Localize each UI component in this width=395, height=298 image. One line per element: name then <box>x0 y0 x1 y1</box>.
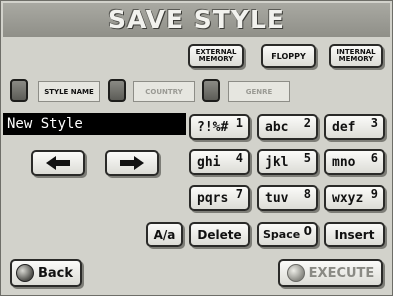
key-3-label: def <box>332 119 356 135</box>
cursor-right-button[interactable] <box>105 150 159 176</box>
title-bar: SAVE STYLE <box>3 3 390 37</box>
key-6-number: 6 <box>370 151 378 165</box>
page-title: SAVE STYLE <box>108 5 285 34</box>
floppy-button[interactable]: FLOPPY <box>261 44 316 68</box>
save-style-screen: SAVE STYLE EXTERNAL MEMORY FLOPPY INTERN… <box>0 0 393 296</box>
tab-country-label: COUNTRY <box>145 87 183 96</box>
key-6-mno[interactable]: mno 6 <box>324 149 385 175</box>
back-button[interactable]: Back <box>10 259 82 287</box>
key-2-abc[interactable]: abc 2 <box>257 114 318 140</box>
key-6-label: mno <box>332 154 356 170</box>
tab-country[interactable]: COUNTRY <box>133 81 195 102</box>
tab-style-name-led[interactable] <box>10 79 28 102</box>
key-8-label: tuv <box>265 190 289 206</box>
space-label: Space <box>263 228 301 241</box>
key-7-number: 7 <box>235 187 243 201</box>
key-9-label: wxyz <box>332 190 364 206</box>
key-5-jkl[interactable]: jkl 5 <box>257 149 318 175</box>
execute-icon <box>286 264 305 282</box>
key-8-number: 8 <box>303 187 311 201</box>
delete-label: Delete <box>197 227 242 242</box>
arrow-right-icon <box>120 156 144 170</box>
space-number: 0 <box>303 223 312 238</box>
internal-memory-label-line2: MEMORY <box>338 55 374 63</box>
key-7-pqrs[interactable]: pqrs 7 <box>189 185 250 211</box>
insert-label: Insert <box>334 227 375 242</box>
floppy-label: FLOPPY <box>271 51 306 61</box>
key-9-wxyz[interactable]: wxyz 9 <box>324 185 385 211</box>
key-5-label: jkl <box>265 154 289 170</box>
insert-button[interactable]: Insert <box>324 222 385 247</box>
key-5-number: 5 <box>303 151 311 165</box>
key-9-number: 9 <box>370 187 378 201</box>
case-toggle-button[interactable]: A/a <box>146 222 183 247</box>
space-button[interactable]: Space 0 <box>257 222 318 247</box>
internal-memory-button[interactable]: INTERNAL MEMORY <box>329 44 383 68</box>
key-3-def[interactable]: def 3 <box>324 114 385 140</box>
tab-genre-label: GENRE <box>245 87 273 96</box>
key-2-label: abc <box>265 119 289 135</box>
key-4-label: ghi <box>197 154 221 170</box>
tab-genre[interactable]: GENRE <box>228 81 290 102</box>
back-label: Back <box>38 265 74 281</box>
style-name-field[interactable]: New Style <box>3 113 186 135</box>
key-7-label: pqrs <box>197 190 229 206</box>
execute-button[interactable]: EXECUTE <box>278 259 383 287</box>
tab-genre-led[interactable] <box>202 79 220 102</box>
key-1-label: ?!%# <box>197 119 229 135</box>
key-8-tuv[interactable]: tuv 8 <box>257 185 318 211</box>
delete-button[interactable]: Delete <box>189 222 250 247</box>
style-name-value: New Style <box>7 116 83 132</box>
cursor-left-button[interactable] <box>31 150 85 176</box>
external-memory-button[interactable]: EXTERNAL MEMORY <box>188 44 244 68</box>
key-4-ghi[interactable]: ghi 4 <box>189 149 250 175</box>
tab-style-name-label: STYLE NAME <box>44 87 94 96</box>
key-2-number: 2 <box>303 116 311 130</box>
tab-country-led[interactable] <box>108 79 126 102</box>
tab-style-name[interactable]: STYLE NAME <box>38 81 100 102</box>
arrow-left-icon <box>46 156 70 170</box>
case-toggle-label: A/a <box>153 227 176 242</box>
back-icon <box>16 264 34 282</box>
key-3-number: 3 <box>370 116 378 130</box>
execute-label: EXECUTE <box>308 265 375 281</box>
key-1-number: 1 <box>235 116 243 130</box>
key-4-number: 4 <box>235 151 243 165</box>
external-memory-label-line2: MEMORY <box>198 55 234 63</box>
key-1-symbols[interactable]: ?!%# 1 <box>189 114 250 140</box>
